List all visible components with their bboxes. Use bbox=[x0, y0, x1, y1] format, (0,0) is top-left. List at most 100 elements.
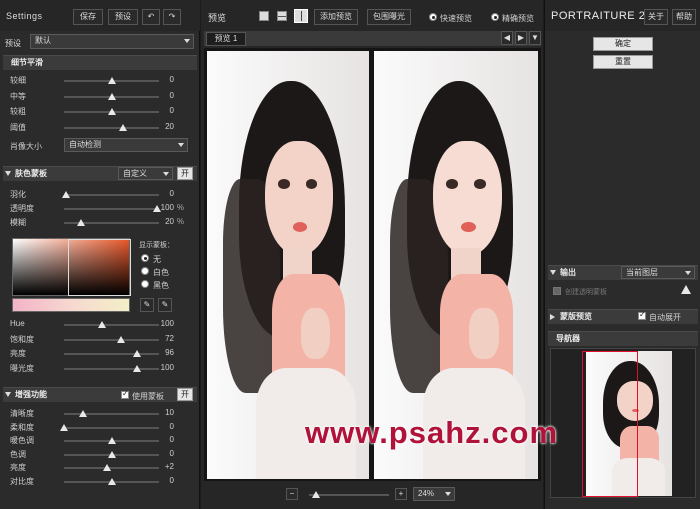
enhance-header[interactable]: 增强功能 bbox=[3, 387, 197, 402]
eyedropper-plus-button[interactable]: ✎ bbox=[158, 298, 172, 312]
slider-knob[interactable] bbox=[79, 410, 87, 417]
slider-track[interactable] bbox=[64, 92, 159, 100]
slider-row: 阈值 20 bbox=[0, 120, 200, 134]
precise-preview-radio[interactable] bbox=[491, 13, 499, 21]
slider-value[interactable]: 20 bbox=[146, 122, 174, 131]
split-vertical-button[interactable] bbox=[294, 9, 308, 23]
navigator-viewport-rect[interactable] bbox=[582, 351, 638, 497]
redo-button[interactable]: ↷ bbox=[163, 9, 181, 25]
eyedropper-icon: ✎ bbox=[143, 300, 151, 309]
enhance-toggle[interactable]: 开 bbox=[177, 388, 193, 401]
tab-next-button[interactable]: ▶ bbox=[515, 31, 527, 45]
split-horizontal-button[interactable] bbox=[277, 11, 287, 21]
slider-knob[interactable] bbox=[107, 92, 116, 100]
slider-knob[interactable] bbox=[98, 321, 106, 328]
portrait-size-dropdown[interactable]: 自动检测 bbox=[64, 138, 188, 152]
mask-radio[interactable] bbox=[141, 267, 149, 275]
slider-knob[interactable] bbox=[102, 464, 111, 471]
output-label: 输出 bbox=[560, 268, 576, 277]
slider-value[interactable]: 96 bbox=[146, 348, 174, 357]
zoom-in-button[interactable]: + bbox=[395, 488, 407, 500]
slider-row: 柔和度 0 bbox=[0, 420, 200, 434]
slider-value[interactable]: 0 bbox=[146, 75, 174, 84]
slider-value[interactable]: 0 bbox=[146, 476, 174, 485]
slider-value[interactable]: 72 bbox=[146, 334, 174, 343]
slider-value[interactable]: 20 bbox=[146, 217, 174, 226]
slider-knob[interactable] bbox=[117, 335, 125, 343]
tab-label: 预览 1 bbox=[214, 34, 238, 43]
slider-track[interactable] bbox=[64, 437, 159, 444]
zoom-out-button[interactable]: − bbox=[286, 488, 298, 500]
slider-value[interactable]: 0 bbox=[146, 422, 174, 431]
slider-track[interactable] bbox=[64, 464, 159, 471]
about-button[interactable]: 关于 bbox=[644, 9, 668, 25]
skin-mask-toggle[interactable]: 开 bbox=[177, 167, 193, 180]
slider-track[interactable] bbox=[61, 191, 159, 198]
undo-button[interactable]: ↶ bbox=[142, 9, 160, 25]
zoom-dropdown[interactable]: 24% bbox=[413, 487, 455, 501]
slider-value[interactable]: 0 bbox=[146, 106, 174, 115]
slider-track[interactable] bbox=[64, 335, 159, 343]
tab-prev-button[interactable]: ◀ bbox=[501, 31, 513, 45]
slider-value[interactable]: 10 bbox=[146, 408, 174, 417]
slider-knob[interactable] bbox=[107, 450, 116, 458]
zoom-slider-knob[interactable] bbox=[312, 491, 320, 498]
slider-value[interactable]: +2 bbox=[146, 462, 174, 471]
output-dropdown[interactable]: 当前图层 bbox=[621, 266, 695, 279]
slider-knob[interactable] bbox=[61, 191, 70, 198]
ok-button[interactable]: 确定 bbox=[593, 37, 653, 51]
slider-knob[interactable] bbox=[60, 423, 68, 431]
slider-track[interactable] bbox=[64, 108, 159, 115]
slider-track[interactable] bbox=[64, 77, 159, 84]
preset-button[interactable]: 预设 bbox=[108, 9, 138, 25]
slider-track[interactable] bbox=[64, 123, 159, 131]
bracket-button[interactable]: 包围曝光 bbox=[367, 9, 411, 25]
slider-value[interactable]: 0 bbox=[146, 91, 174, 100]
slider-value[interactable]: 100 bbox=[146, 203, 174, 212]
slider-track[interactable] bbox=[64, 450, 159, 458]
slider-knob[interactable] bbox=[107, 437, 116, 444]
slider-value[interactable]: 100 bbox=[146, 319, 174, 328]
slider-track[interactable] bbox=[64, 364, 159, 372]
single-view-button[interactable] bbox=[259, 11, 269, 21]
slider-track[interactable] bbox=[64, 410, 159, 417]
slider-track[interactable] bbox=[64, 205, 162, 212]
mask-radio[interactable] bbox=[141, 280, 149, 288]
color-selection-box[interactable] bbox=[68, 239, 131, 296]
slider-knob[interactable] bbox=[107, 108, 116, 115]
slider-knob[interactable] bbox=[118, 123, 127, 131]
slider-knob[interactable] bbox=[107, 477, 116, 485]
navigator-header[interactable]: 导航器 bbox=[548, 331, 698, 346]
slider-knob[interactable] bbox=[107, 77, 116, 84]
tab-preview-1[interactable]: 预览 1 bbox=[206, 32, 246, 46]
save-button[interactable]: 保存 bbox=[73, 9, 103, 25]
reset-button[interactable]: 重置 bbox=[593, 55, 653, 69]
slider-knob[interactable] bbox=[133, 350, 142, 357]
zoom-slider-track[interactable] bbox=[309, 491, 389, 498]
slider-knob[interactable] bbox=[77, 219, 86, 226]
detail-smoothing-header[interactable]: 细节平滑 bbox=[3, 55, 197, 70]
preset-dropdown[interactable]: 默认 bbox=[30, 34, 194, 49]
slider-track[interactable] bbox=[64, 219, 159, 226]
hue-strip[interactable] bbox=[12, 298, 130, 312]
mask-radio[interactable] bbox=[141, 254, 149, 262]
use-mask-checkbox[interactable]: ✓ bbox=[121, 389, 129, 399]
eyedropper-button[interactable]: ✎ bbox=[140, 298, 154, 312]
fast-preview-radio[interactable] bbox=[429, 13, 437, 21]
help-button[interactable]: 帮助 bbox=[672, 9, 696, 25]
slider-track[interactable] bbox=[64, 321, 159, 328]
slider-knob[interactable] bbox=[133, 364, 142, 372]
tab-menu-button[interactable]: ▼ bbox=[529, 31, 541, 45]
create-layer-checkbox[interactable] bbox=[553, 287, 561, 295]
slider-value[interactable]: 0 bbox=[146, 189, 174, 198]
slider-track[interactable] bbox=[64, 477, 159, 485]
color-picker[interactable] bbox=[12, 238, 131, 296]
auto-expand-checkbox[interactable]: ✓ bbox=[638, 310, 646, 320]
slider-track[interactable] bbox=[60, 423, 159, 431]
slider-value[interactable]: 0 bbox=[146, 435, 174, 444]
add-preview-button[interactable]: 添加预览 bbox=[314, 9, 358, 25]
skin-mode-dropdown[interactable]: 自定义 bbox=[118, 167, 173, 180]
slider-track[interactable] bbox=[64, 350, 159, 357]
slider-value[interactable]: 0 bbox=[146, 449, 174, 458]
slider-value[interactable]: 100 bbox=[146, 363, 174, 372]
